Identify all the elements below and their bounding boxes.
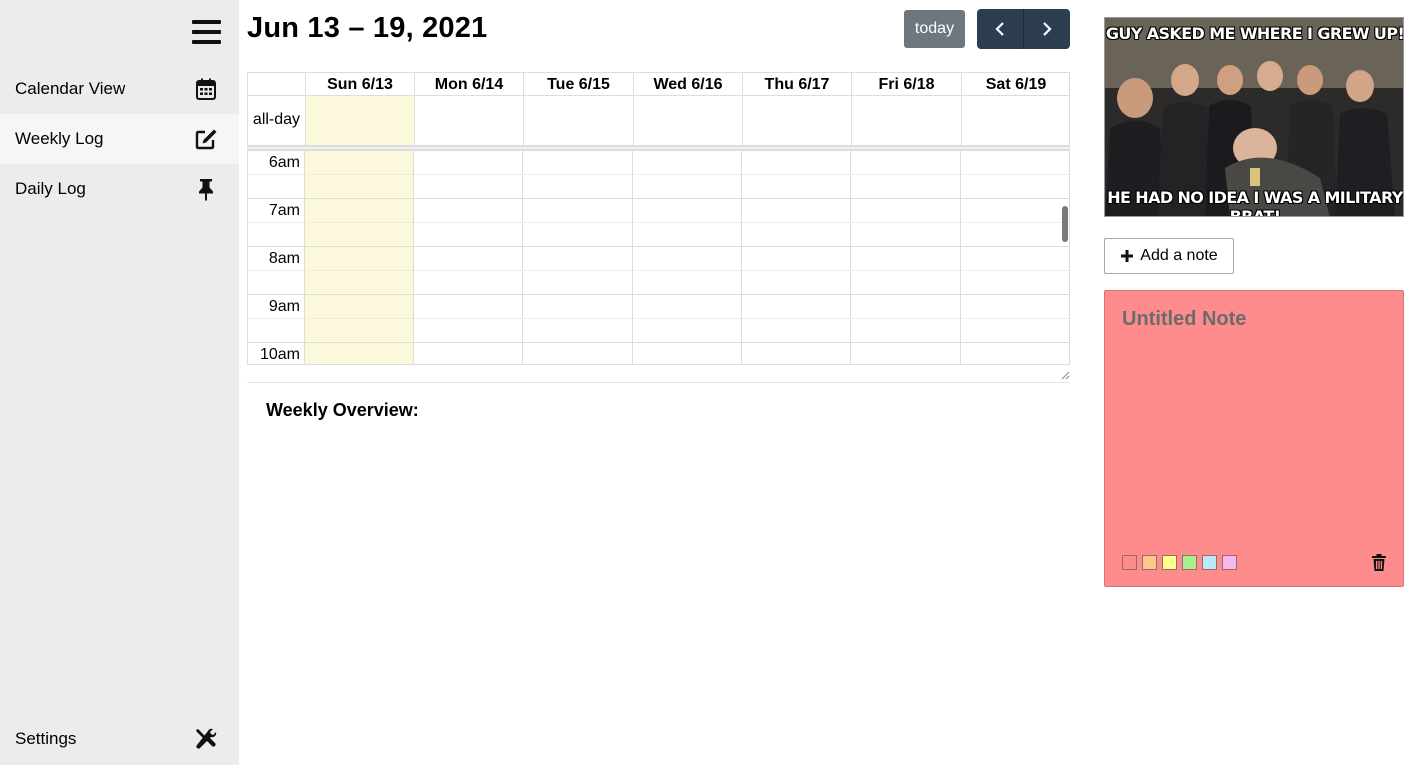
sticky-note[interactable]: Untitled Note [1104, 290, 1404, 587]
calendar-icon [196, 78, 216, 100]
allday-cell[interactable] [961, 96, 1070, 145]
time-slot[interactable]: 9am [248, 294, 1069, 318]
tools-icon [196, 728, 217, 749]
add-note-label: Add a note [1140, 247, 1218, 264]
sidebar-item-daily-log[interactable]: Daily Log [0, 164, 239, 214]
day-header: Thu 6/17 [742, 73, 851, 96]
edit-icon [195, 129, 217, 150]
time-slot[interactable] [248, 318, 1069, 342]
grid-line [522, 150, 523, 364]
grid-line [850, 150, 851, 364]
plus-icon [1121, 250, 1134, 262]
resize-handle-icon[interactable] [1060, 370, 1070, 380]
time-label: 10am [259, 346, 300, 363]
time-slot[interactable] [248, 270, 1069, 294]
note-title[interactable]: Untitled Note [1122, 308, 1246, 331]
meme-bottom-text: HE HAD NO IDEA I WAS A MILITARY BRAT! [1107, 188, 1403, 217]
sidebar-item-label: Weekly Log [15, 129, 104, 148]
grid-line [960, 150, 961, 364]
week-nav-group [977, 9, 1070, 49]
chevron-left-icon [995, 22, 1004, 36]
allday-cell[interactable] [742, 96, 851, 145]
week-calendar: Sun 6/13 Mon 6/14 Tue 6/15 Wed 6/16 Thu … [247, 72, 1070, 383]
day-header: Fri 6/18 [851, 73, 961, 96]
day-header: Sat 6/19 [961, 73, 1070, 96]
grid-line [413, 150, 414, 364]
grid-line [741, 150, 742, 364]
add-note-button[interactable]: Add a note [1104, 238, 1234, 274]
sidebar-item-label: Daily Log [15, 179, 86, 198]
sidebar: Calendar View Weekly Log Daily Log Setti… [0, 0, 239, 765]
prev-week-button[interactable] [977, 9, 1024, 49]
sidebar-item-calendar-view[interactable]: Calendar View [0, 64, 239, 114]
allday-row: all-day [247, 96, 1070, 146]
day-header: Mon 6/14 [414, 73, 523, 96]
chevron-right-icon [1043, 22, 1052, 36]
menu-toggle-icon[interactable] [192, 18, 222, 46]
allday-cell-today[interactable] [305, 96, 414, 145]
day-header: Sun 6/13 [305, 73, 414, 96]
time-slot[interactable] [248, 174, 1069, 198]
time-label: 6am [268, 154, 300, 171]
allday-cell[interactable] [633, 96, 742, 145]
time-label: 7am [268, 202, 300, 219]
time-label: 8am [268, 250, 300, 267]
meme-image: GUY ASKED ME WHERE I GREW UP! HE HAD NO … [1104, 17, 1404, 217]
time-label: 9am [268, 298, 300, 315]
time-slot[interactable]: 10am [248, 342, 1069, 364]
color-swatch-orange[interactable] [1142, 555, 1157, 570]
day-header: Tue 6/15 [523, 73, 633, 96]
calendar-bottom-border [247, 382, 1070, 383]
time-slot[interactable] [248, 222, 1069, 246]
day-header: Wed 6/16 [633, 73, 742, 96]
next-week-button[interactable] [1024, 9, 1070, 49]
page-title: Jun 13 – 19, 2021 [247, 12, 488, 44]
time-slot[interactable]: 8am [248, 246, 1069, 270]
allday-cell[interactable] [851, 96, 961, 145]
sidebar-item-weekly-log[interactable]: Weekly Log [0, 114, 239, 164]
time-slot[interactable]: 6am [248, 150, 1069, 174]
allday-cell[interactable] [523, 96, 633, 145]
color-swatch-blue[interactable] [1202, 555, 1217, 570]
weekly-overview-heading: Weekly Overview: [266, 400, 419, 420]
color-swatch-green[interactable] [1182, 555, 1197, 570]
trash-icon[interactable] [1371, 554, 1387, 572]
grid-line [304, 150, 305, 364]
grid-line [632, 150, 633, 364]
allday-cell[interactable] [414, 96, 523, 145]
time-grid[interactable]: 6am 7am 8am 9am 10am [247, 150, 1070, 365]
meme-top-text: GUY ASKED ME WHERE I GREW UP! [1105, 24, 1404, 43]
sidebar-item-label: Calendar View [15, 79, 126, 98]
time-slot[interactable]: 7am [248, 198, 1069, 222]
calendar-header-row: Sun 6/13 Mon 6/14 Tue 6/15 Wed 6/16 Thu … [247, 72, 1070, 96]
color-swatch-pink[interactable] [1222, 555, 1237, 570]
allday-label: all-day [252, 111, 301, 128]
today-button[interactable]: today [904, 10, 965, 48]
scrollbar-thumb[interactable] [1062, 206, 1068, 242]
pin-icon [199, 179, 213, 201]
sidebar-item-settings[interactable]: Settings [0, 714, 239, 764]
sidebar-item-label: Settings [15, 729, 77, 748]
color-swatch-yellow[interactable] [1162, 555, 1177, 570]
color-swatch-red[interactable] [1122, 555, 1137, 570]
